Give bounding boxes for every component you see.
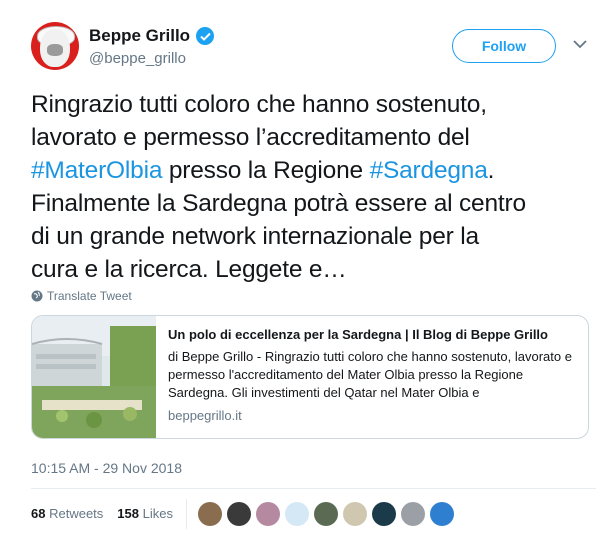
retweets-stat[interactable]: 68 Retweets	[31, 506, 103, 521]
liker-avatar[interactable]	[314, 502, 338, 526]
tweet-stats: 68 Retweets 158 Likes	[31, 506, 173, 521]
tweet-line-3-end: .	[487, 157, 495, 184]
tweet-timestamp[interactable]: 10:15 AM - 29 Nov 2018	[31, 460, 182, 476]
liker-avatar[interactable]	[198, 502, 222, 526]
liker-avatar[interactable]	[285, 502, 309, 526]
author-handle[interactable]: @beppe_grillo	[89, 50, 214, 67]
tweet-line-2: lavorato e permesso l’accreditamento del	[31, 124, 470, 151]
follow-button[interactable]: Follow	[452, 29, 556, 63]
stats-separator	[186, 499, 187, 529]
tweet-line-3-mid: presso la Regione	[162, 157, 370, 184]
author-display-name[interactable]: Beppe Grillo	[89, 26, 190, 46]
verified-badge-icon	[196, 27, 215, 45]
hashtag-sardegna[interactable]: #Sardegna	[370, 157, 488, 184]
avatar-shade	[47, 44, 63, 56]
globe-icon	[31, 290, 43, 302]
author-name-row[interactable]: Beppe Grillo	[89, 26, 215, 46]
liker-avatar[interactable]	[372, 502, 396, 526]
author-avatar[interactable]	[31, 22, 79, 70]
tweet-line-3: #MaterOlbia presso la Regione #Sardegna.	[31, 154, 601, 187]
divider	[31, 488, 596, 489]
hashtag-materolbia[interactable]: #MaterOlbia	[31, 157, 162, 184]
card-domain: beppegrillo.it	[168, 408, 242, 423]
tweet-text: Ringrazio tutti coloro che hanno sostenu…	[31, 88, 601, 286]
likes-stat[interactable]: 158 Likes	[117, 506, 173, 521]
translate-tweet-link[interactable]: Translate Tweet	[31, 289, 132, 303]
liker-avatar[interactable]	[227, 502, 251, 526]
tweet-line-5: di un grande network internazionale per …	[31, 223, 479, 250]
liker-avatar[interactable]	[343, 502, 367, 526]
liker-avatar[interactable]	[430, 502, 454, 526]
tweet-line-6: cura e la ricerca. Leggete e…	[31, 256, 347, 283]
tweet-line-4: Finalmente la Sardegna potrà essere al c…	[31, 190, 526, 217]
chevron-down-icon[interactable]	[572, 38, 588, 50]
card-description: di Beppe Grillo - Ringrazio tutti coloro…	[168, 349, 572, 400]
card-thumbnail	[32, 316, 156, 438]
likes-label: Likes	[142, 506, 173, 521]
retweets-count: 68	[31, 506, 46, 521]
card-title: Un polo di eccellenza per la Sardegna | …	[168, 327, 548, 342]
tweet-line-1: Ringrazio tutti coloro che hanno sostenu…	[31, 91, 487, 118]
card-body: Un polo di eccellenza per la Sardegna | …	[168, 326, 578, 423]
tweet-header: Beppe Grillo @beppe_grillo Follow	[31, 22, 596, 74]
retweets-label: Retweets	[49, 506, 104, 521]
author-info: Beppe Grillo @beppe_grillo	[89, 26, 215, 67]
liker-avatar[interactable]	[256, 502, 280, 526]
link-card[interactable]: Un polo di eccellenza per la Sardegna | …	[31, 315, 589, 439]
likes-count: 158	[117, 506, 139, 521]
translate-label[interactable]: Translate Tweet	[47, 289, 132, 303]
liker-avatar[interactable]	[401, 502, 425, 526]
liker-avatars	[198, 502, 454, 526]
